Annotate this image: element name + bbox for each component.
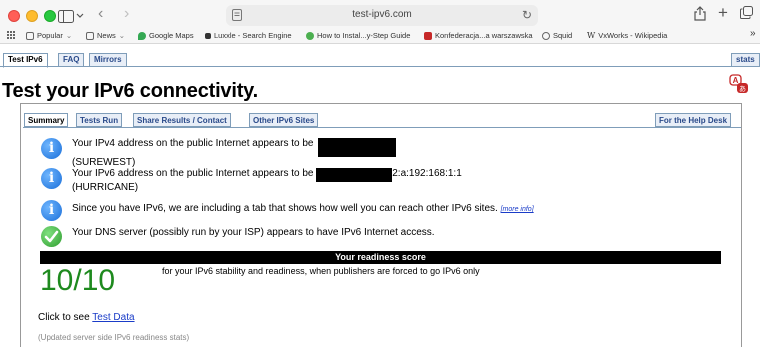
result-ipv4: i Your IPv4 address on the public Intern… (41, 138, 397, 169)
info-icon: i (41, 200, 62, 221)
favorite-luxxle[interactable]: Luxxle - Search Engine (205, 31, 292, 40)
favorite-google-maps[interactable]: Google Maps (138, 31, 194, 40)
globe-icon (542, 31, 550, 40)
konfederacja-icon (424, 31, 432, 40)
browser-titlebar: ‹ › test-ipv6.com ↻ + (0, 0, 760, 28)
result-dns: Your DNS server (possibly run by your IS… (41, 226, 435, 247)
ipv6-suffix: 2:a:192:168:1:1 (392, 168, 462, 179)
translate-icon[interactable]: A あ (729, 74, 749, 94)
forward-button[interactable]: › (124, 6, 129, 22)
sidebar-icon (58, 9, 74, 23)
zoom-window-button[interactable] (44, 10, 56, 22)
redacted-ipv6-address (316, 168, 393, 182)
favorite-squid[interactable]: Squid (542, 31, 572, 40)
ipv4-isp: (SUREWEST) (72, 157, 136, 168)
minimize-window-button[interactable] (26, 10, 38, 22)
tab-faq[interactable]: FAQ (58, 53, 85, 67)
favorite-popular[interactable]: Popular ⌄ (26, 31, 72, 40)
redacted-ipv4-address (318, 138, 397, 157)
address-bar[interactable]: test-ipv6.com ↻ (226, 5, 538, 26)
readiness-score-description: for your IPv6 stability and readiness, w… (162, 266, 480, 276)
tab-stats[interactable]: stats (731, 53, 760, 67)
tab-mirrors[interactable]: Mirrors (89, 53, 127, 67)
chevron-down-icon (76, 13, 84, 18)
share-icon[interactable] (694, 6, 706, 24)
tab-share-results[interactable]: Share Results / Contact (133, 113, 231, 127)
svg-text:A: A (733, 76, 739, 85)
svg-text:あ: あ (739, 85, 746, 93)
wikipedia-icon: W (587, 30, 596, 40)
result-ipv6: i Your IPv6 address on the public Intern… (41, 168, 462, 194)
more-info-link[interactable]: [more info] (501, 206, 534, 213)
guide-icon (306, 31, 314, 40)
results-panel: Summary Tests Run Share Results / Contac… (20, 103, 742, 347)
reload-icon[interactable]: ↻ (522, 8, 532, 22)
new-tab-icon[interactable]: + (718, 3, 728, 23)
ipv4-text: Your IPv4 address on the public Internet… (72, 138, 314, 149)
dns-text: Your DNS server (possibly run by your IS… (72, 227, 435, 238)
folder-icon (26, 31, 34, 40)
favorite-news[interactable]: News ⌄ (86, 31, 125, 40)
tab-tests-run[interactable]: Tests Run (76, 113, 123, 127)
readiness-score-header: Your readiness score (40, 251, 721, 264)
info-icon: i (41, 138, 62, 159)
favorites-bar: Popular ⌄ News ⌄ Google Maps Luxxle - Sear… (0, 28, 760, 44)
ipv6-isp: (HURRICANE) (72, 182, 139, 193)
address-text: test-ipv6.com (352, 9, 412, 20)
tab-divider (0, 66, 760, 67)
map-pin-icon (138, 31, 146, 40)
ipv6-sites-note-text: Since you have IPv6, we are including a … (72, 203, 498, 214)
back-button[interactable]: ‹ (98, 6, 103, 22)
tab-overview-icon[interactable] (740, 6, 753, 22)
favorite-install-guide[interactable]: How to Instal...y-Step Guide (306, 31, 410, 40)
favorites-overflow-button[interactable]: » (750, 28, 756, 39)
readiness-score-value: 10/10 (40, 264, 116, 297)
subtab-divider (23, 127, 741, 128)
favorite-konfederacja[interactable]: Konfederacja...a warszawska (424, 31, 533, 40)
luxxle-icon (205, 32, 211, 39)
favorite-vxworks-wikipedia[interactable]: W VxWorks - Wikipedia (587, 31, 667, 40)
updated-stats-note: (Updated server side IPv6 readiness stat… (38, 333, 190, 342)
checkmark-icon (41, 226, 62, 247)
tab-summary[interactable]: Summary (24, 113, 69, 127)
folder-icon (86, 31, 94, 40)
tab-help-desk[interactable]: For the Help Desk (655, 113, 732, 127)
test-data-link[interactable]: Test Data (92, 312, 134, 323)
close-window-button[interactable] (8, 10, 20, 22)
info-icon: i (41, 168, 62, 189)
apps-grid-icon[interactable] (7, 31, 15, 39)
page-title: Test your IPv6 connectivity. (2, 80, 258, 102)
sidebar-toggle-button[interactable] (58, 8, 88, 24)
test-data-prefix: Click to see (38, 312, 90, 323)
tab-other-ipv6-sites[interactable]: Other IPv6 Sites (249, 113, 319, 127)
result-ipv6-sites-note: i Since you have IPv6, we are including … (41, 200, 534, 221)
test-data-line: Click to see Test Data (38, 312, 135, 323)
ipv6-text: Your IPv6 address on the public Internet… (72, 168, 314, 179)
